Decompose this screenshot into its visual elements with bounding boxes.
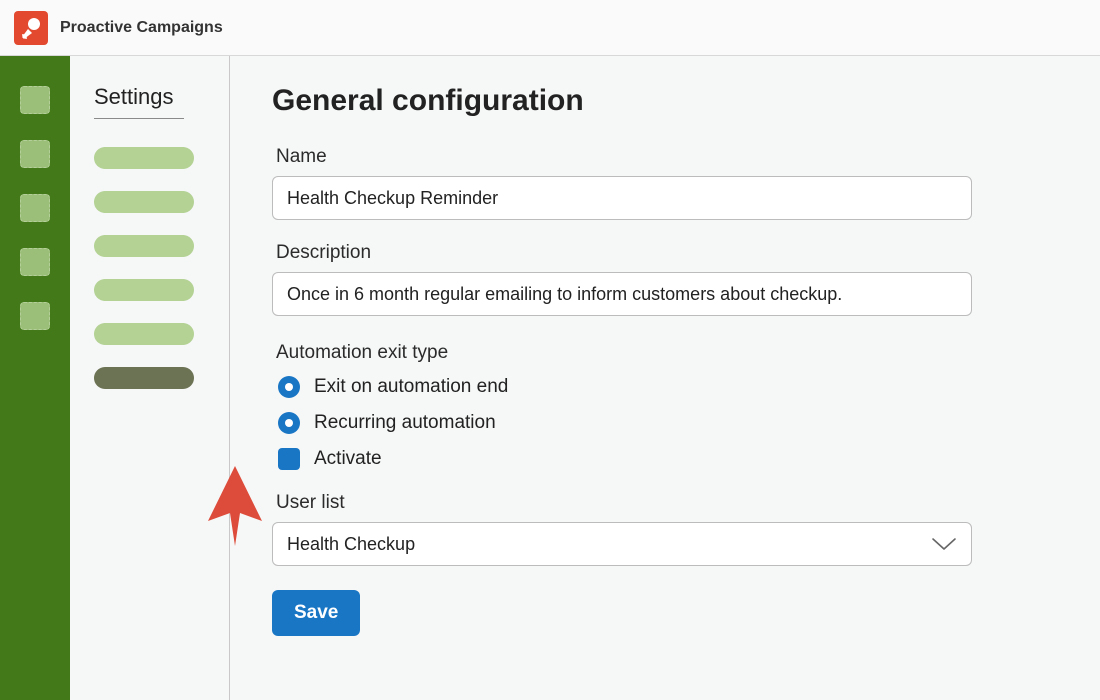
settings-item-3[interactable] (94, 235, 194, 257)
exit-type-label: Automation exit type (276, 342, 1040, 364)
description-label: Description (276, 242, 1040, 264)
app-title: Proactive Campaigns (60, 19, 223, 37)
rail-item-4[interactable] (20, 248, 50, 276)
option-recurring[interactable]: Recurring automation (278, 412, 1040, 434)
checkbox-icon (278, 448, 300, 470)
description-input[interactable] (272, 272, 972, 316)
settings-item-4[interactable] (94, 279, 194, 301)
save-button[interactable]: Save (272, 590, 360, 636)
radio-icon (278, 376, 300, 398)
rail-item-2[interactable] (20, 140, 50, 168)
option-exit-on-end-label: Exit on automation end (314, 376, 508, 398)
radio-icon (278, 412, 300, 434)
settings-item-1[interactable] (94, 147, 194, 169)
user-list-label: User list (276, 492, 1040, 514)
rail-item-3[interactable] (20, 194, 50, 222)
rail-item-5[interactable] (20, 302, 50, 330)
page-title: General configuration (272, 84, 1040, 118)
rail-item-1[interactable] (20, 86, 50, 114)
rocket-icon (18, 15, 44, 41)
settings-item-active[interactable] (94, 367, 194, 389)
main-content: General configuration Name Description A… (230, 56, 1100, 700)
user-list-select[interactable]: Health Checkup (272, 522, 972, 566)
user-list-value: Health Checkup (287, 534, 415, 555)
top-bar: Proactive Campaigns (0, 0, 1100, 56)
app-logo (14, 11, 48, 45)
settings-item-2[interactable] (94, 191, 194, 213)
name-input[interactable] (272, 176, 972, 220)
option-exit-on-end[interactable]: Exit on automation end (278, 376, 1040, 398)
option-recurring-label: Recurring automation (314, 412, 496, 434)
option-activate[interactable]: Activate (278, 448, 1040, 470)
name-label: Name (276, 146, 1040, 168)
chevron-down-icon (931, 537, 957, 551)
settings-heading: Settings (94, 84, 184, 119)
option-activate-label: Activate (314, 448, 382, 470)
settings-sidebar: Settings (70, 56, 230, 700)
nav-rail (0, 56, 70, 700)
settings-item-5[interactable] (94, 323, 194, 345)
